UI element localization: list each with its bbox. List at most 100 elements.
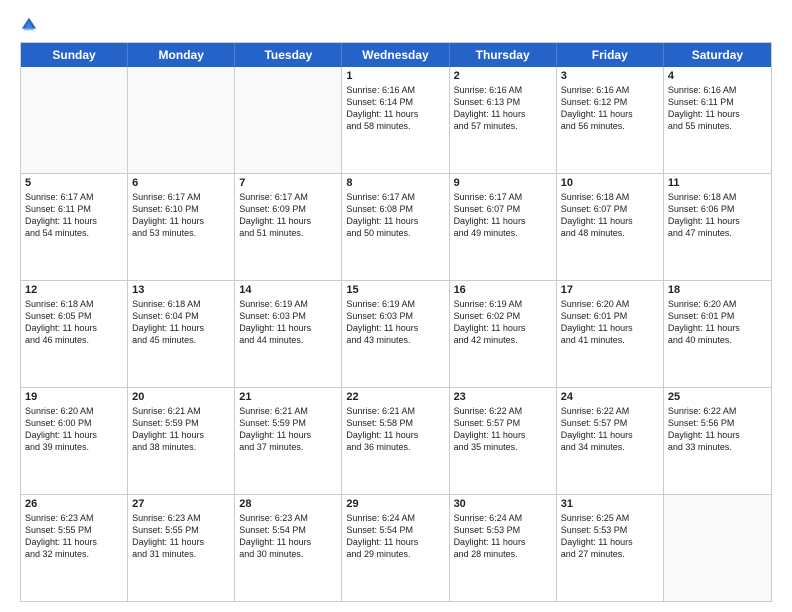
day-info: Sunrise: 6:16 AM Sunset: 6:11 PM Dayligh…	[668, 84, 767, 133]
calendar-day-20: 20 Sunrise: 6:21 AM Sunset: 5:59 PM Dayli…	[128, 388, 235, 494]
calendar-day-6: 6Sunrise: 6:17 AM Sunset: 6:10 PM Daylig…	[128, 174, 235, 280]
calendar-day-23: 23 Sunrise: 6:22 AM Sunset: 5:57 PM Dayli…	[450, 388, 557, 494]
calendar-week-4: 19 Sunrise: 6:20 AM Sunset: 6:00 PM Dayli…	[21, 388, 771, 495]
calendar-day-2: 2 Sunrise: 6:16 AM Sunset: 6:13 PM Daylig…	[450, 67, 557, 173]
day-info: Sunrise: 6:17 AM Sunset: 6:08 PM Dayligh…	[346, 191, 444, 240]
day-number: 27	[132, 498, 230, 510]
calendar-week-3: 12 Sunrise: 6:18 AM Sunset: 6:05 PM Dayli…	[21, 281, 771, 388]
day-info: Sunrise: 6:21 AM Sunset: 5:59 PM Dayligh…	[132, 405, 230, 454]
day-number: 3	[561, 70, 659, 82]
day-info: Sunrise: 6:18 AM Sunset: 6:05 PM Dayligh…	[25, 298, 123, 347]
day-number: 12	[25, 284, 123, 296]
day-number: 5	[25, 177, 123, 189]
calendar-week-5: 26 Sunrise: 6:23 AM Sunset: 5:55 PM Dayli…	[21, 495, 771, 601]
calendar-day-17: 17 Sunrise: 6:20 AM Sunset: 6:01 PM Dayli…	[557, 281, 664, 387]
calendar-week-2: 5 Sunrise: 6:17 AM Sunset: 6:11 PM Daylig…	[21, 174, 771, 281]
calendar-day-8: 8 Sunrise: 6:17 AM Sunset: 6:08 PM Daylig…	[342, 174, 449, 280]
day-number: 10	[561, 177, 659, 189]
day-info: Sunrise: 6:20 AM Sunset: 6:01 PM Dayligh…	[668, 298, 767, 347]
calendar-week-1: 1 Sunrise: 6:16 AM Sunset: 6:14 PM Daylig…	[21, 67, 771, 174]
day-info: Sunrise: 6:17 AM Sunset: 6:11 PM Dayligh…	[25, 191, 123, 240]
calendar-day-empty	[664, 495, 771, 601]
day-number: 25	[668, 391, 767, 403]
day-info: Sunrise: 6:20 AM Sunset: 6:01 PM Dayligh…	[561, 298, 659, 347]
day-info: Sunrise: 6:16 AM Sunset: 6:13 PM Dayligh…	[454, 84, 552, 133]
calendar-day-empty	[21, 67, 128, 173]
day-info: Sunrise: 6:22 AM Sunset: 5:57 PM Dayligh…	[561, 405, 659, 454]
day-info: Sunrise: 6:23 AM Sunset: 5:55 PM Dayligh…	[25, 512, 123, 561]
weekday-header-friday: Friday	[557, 43, 664, 67]
day-info: Sunrise: 6:18 AM Sunset: 6:04 PM Dayligh…	[132, 298, 230, 347]
day-info: Sunrise: 6:16 AM Sunset: 6:14 PM Dayligh…	[346, 84, 444, 133]
weekday-header-thursday: Thursday	[450, 43, 557, 67]
logo-icon	[20, 16, 38, 34]
day-number: 29	[346, 498, 444, 510]
day-number: 16	[454, 284, 552, 296]
day-info: Sunrise: 6:20 AM Sunset: 6:00 PM Dayligh…	[25, 405, 123, 454]
calendar-day-31: 31 Sunrise: 6:25 AM Sunset: 5:53 PM Dayli…	[557, 495, 664, 601]
day-info: Sunrise: 6:24 AM Sunset: 5:53 PM Dayligh…	[454, 512, 552, 561]
calendar-day-15: 15Sunrise: 6:19 AM Sunset: 6:03 PM Dayli…	[342, 281, 449, 387]
weekday-header-monday: Monday	[128, 43, 235, 67]
calendar-day-12: 12 Sunrise: 6:18 AM Sunset: 6:05 PM Dayli…	[21, 281, 128, 387]
day-info: Sunrise: 6:22 AM Sunset: 5:57 PM Dayligh…	[454, 405, 552, 454]
calendar-day-26: 26 Sunrise: 6:23 AM Sunset: 5:55 PM Dayli…	[21, 495, 128, 601]
day-number: 2	[454, 70, 552, 82]
day-number: 17	[561, 284, 659, 296]
logo	[20, 16, 42, 34]
day-number: 11	[668, 177, 767, 189]
day-info: Sunrise: 6:24 AM Sunset: 5:54 PM Dayligh…	[346, 512, 444, 561]
calendar-day-7: 7Sunrise: 6:17 AM Sunset: 6:09 PM Daylig…	[235, 174, 342, 280]
calendar-day-11: 11 Sunrise: 6:18 AM Sunset: 6:06 PM Dayli…	[664, 174, 771, 280]
calendar-day-4: 4 Sunrise: 6:16 AM Sunset: 6:11 PM Daylig…	[664, 67, 771, 173]
day-number: 22	[346, 391, 444, 403]
day-number: 26	[25, 498, 123, 510]
header	[20, 16, 772, 34]
page: SundayMondayTuesdayWednesdayThursdayFrid…	[0, 0, 792, 612]
calendar-day-30: 30 Sunrise: 6:24 AM Sunset: 5:53 PM Dayli…	[450, 495, 557, 601]
calendar-body: 1 Sunrise: 6:16 AM Sunset: 6:14 PM Daylig…	[21, 67, 771, 601]
calendar-day-13: 13Sunrise: 6:18 AM Sunset: 6:04 PM Dayli…	[128, 281, 235, 387]
calendar-day-5: 5 Sunrise: 6:17 AM Sunset: 6:11 PM Daylig…	[21, 174, 128, 280]
day-number: 28	[239, 498, 337, 510]
weekday-header-tuesday: Tuesday	[235, 43, 342, 67]
day-info: Sunrise: 6:18 AM Sunset: 6:06 PM Dayligh…	[668, 191, 767, 240]
day-number: 7	[239, 177, 337, 189]
calendar-day-3: 3 Sunrise: 6:16 AM Sunset: 6:12 PM Daylig…	[557, 67, 664, 173]
day-info: Sunrise: 6:21 AM Sunset: 5:58 PM Dayligh…	[346, 405, 444, 454]
calendar-day-28: 28 Sunrise: 6:23 AM Sunset: 5:54 PM Dayli…	[235, 495, 342, 601]
day-info: Sunrise: 6:21 AM Sunset: 5:59 PM Dayligh…	[239, 405, 337, 454]
calendar-day-empty	[128, 67, 235, 173]
day-number: 23	[454, 391, 552, 403]
day-info: Sunrise: 6:22 AM Sunset: 5:56 PM Dayligh…	[668, 405, 767, 454]
calendar-day-1: 1 Sunrise: 6:16 AM Sunset: 6:14 PM Daylig…	[342, 67, 449, 173]
day-number: 4	[668, 70, 767, 82]
day-number: 9	[454, 177, 552, 189]
day-info: Sunrise: 6:17 AM Sunset: 6:10 PM Dayligh…	[132, 191, 230, 240]
day-info: Sunrise: 6:17 AM Sunset: 6:07 PM Dayligh…	[454, 191, 552, 240]
calendar-day-24: 24 Sunrise: 6:22 AM Sunset: 5:57 PM Dayli…	[557, 388, 664, 494]
day-number: 19	[25, 391, 123, 403]
day-number: 8	[346, 177, 444, 189]
day-number: 31	[561, 498, 659, 510]
day-number: 21	[239, 391, 337, 403]
day-number: 1	[346, 70, 444, 82]
weekday-header-wednesday: Wednesday	[342, 43, 449, 67]
day-number: 15	[346, 284, 444, 296]
day-info: Sunrise: 6:23 AM Sunset: 5:55 PM Dayligh…	[132, 512, 230, 561]
day-number: 18	[668, 284, 767, 296]
day-info: Sunrise: 6:16 AM Sunset: 6:12 PM Dayligh…	[561, 84, 659, 133]
calendar-day-21: 21 Sunrise: 6:21 AM Sunset: 5:59 PM Dayli…	[235, 388, 342, 494]
day-info: Sunrise: 6:19 AM Sunset: 6:03 PM Dayligh…	[239, 298, 337, 347]
day-info: Sunrise: 6:19 AM Sunset: 6:02 PM Dayligh…	[454, 298, 552, 347]
day-info: Sunrise: 6:23 AM Sunset: 5:54 PM Dayligh…	[239, 512, 337, 561]
day-info: Sunrise: 6:25 AM Sunset: 5:53 PM Dayligh…	[561, 512, 659, 561]
day-number: 20	[132, 391, 230, 403]
calendar-day-25: 25 Sunrise: 6:22 AM Sunset: 5:56 PM Dayli…	[664, 388, 771, 494]
calendar-day-22: 22 Sunrise: 6:21 AM Sunset: 5:58 PM Dayli…	[342, 388, 449, 494]
calendar: SundayMondayTuesdayWednesdayThursdayFrid…	[20, 42, 772, 602]
calendar-day-10: 10Sunrise: 6:18 AM Sunset: 6:07 PM Dayli…	[557, 174, 664, 280]
calendar-day-empty	[235, 67, 342, 173]
day-number: 24	[561, 391, 659, 403]
day-number: 30	[454, 498, 552, 510]
